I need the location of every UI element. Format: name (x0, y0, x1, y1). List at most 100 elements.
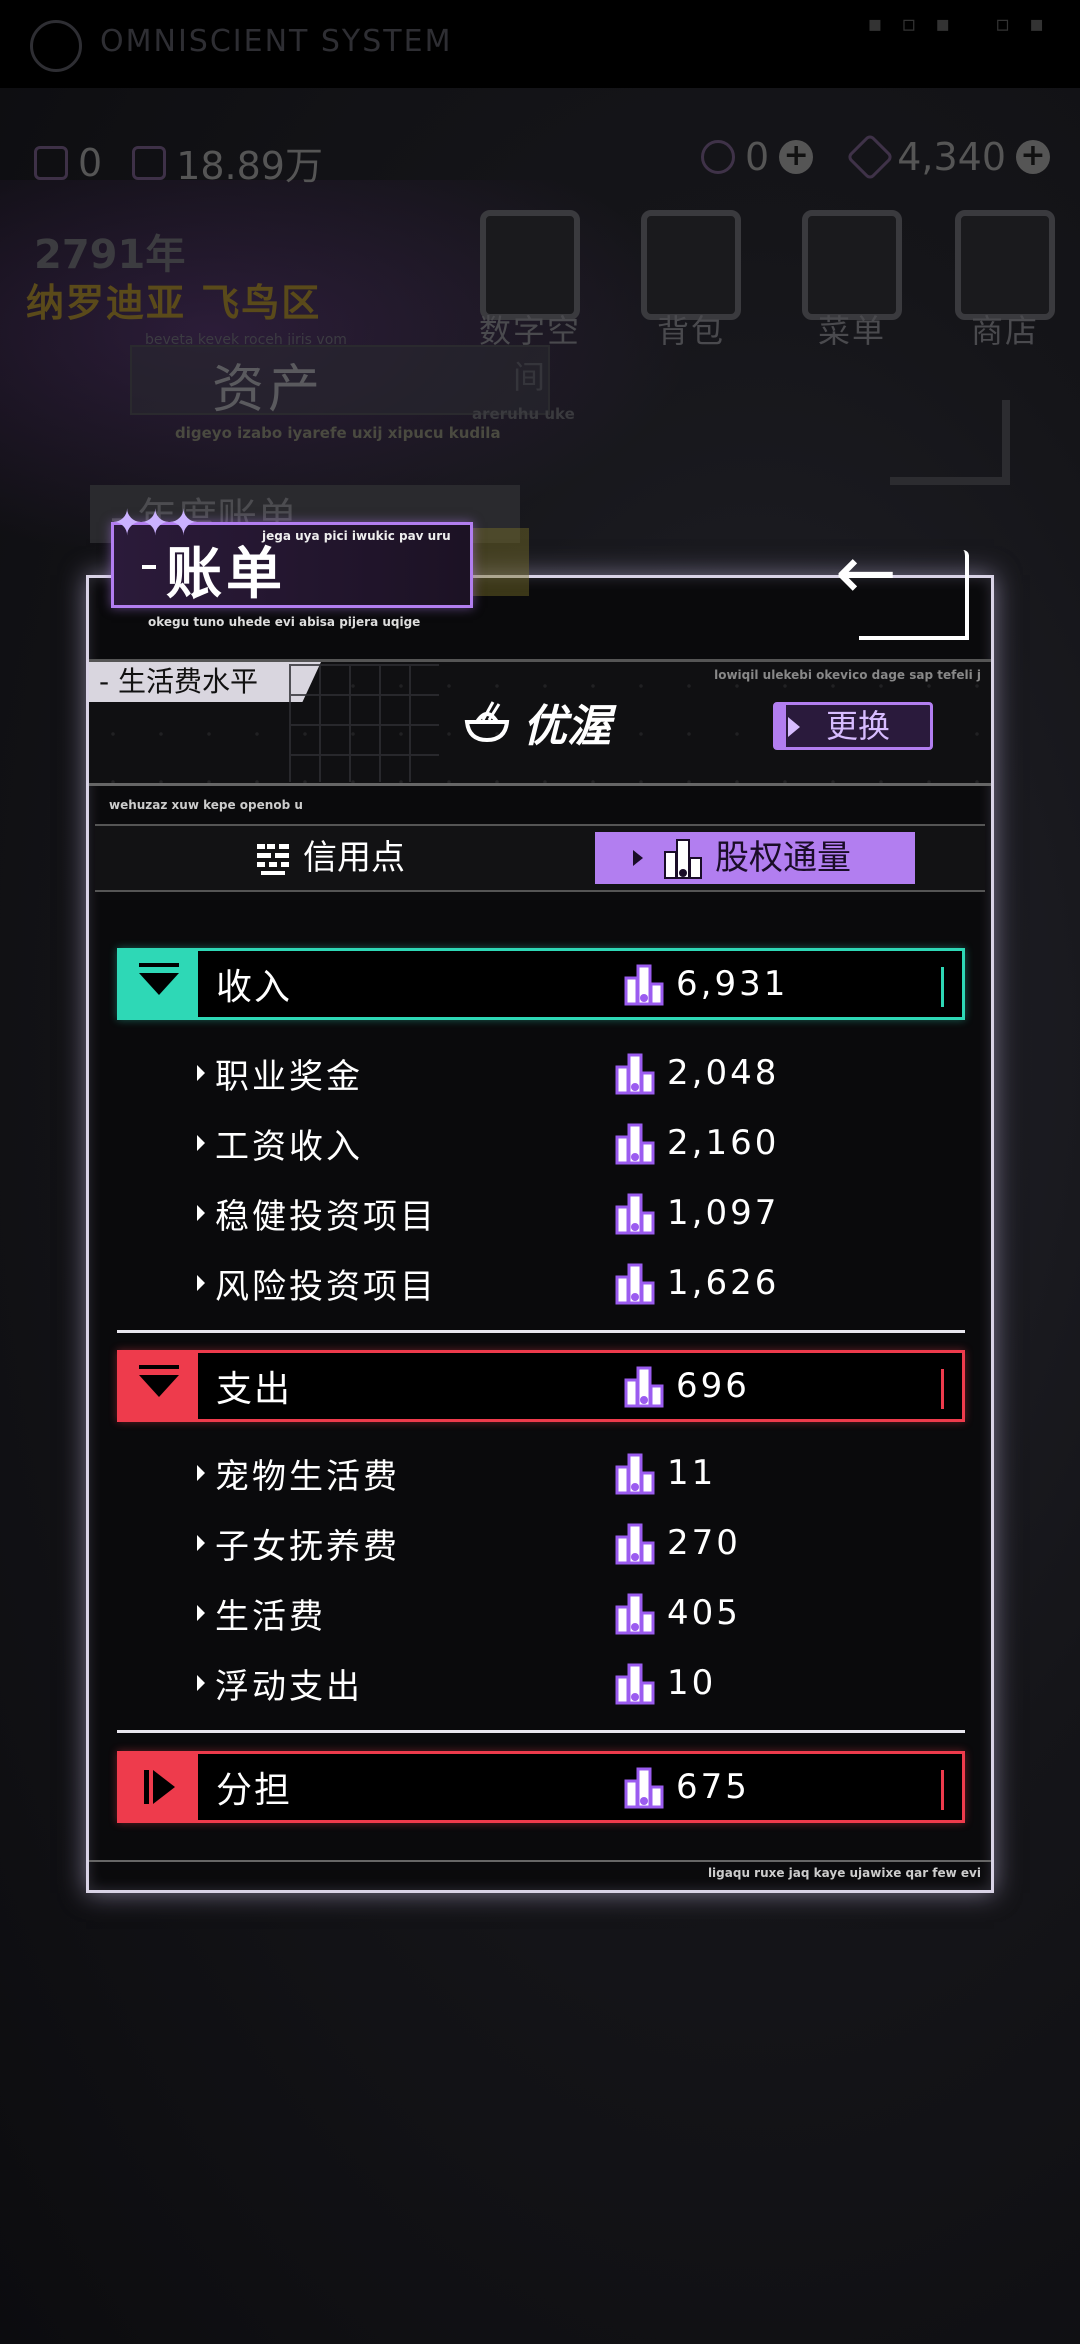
income-section[interactable]: 收入 6,931 (117, 948, 965, 1020)
living-level-tag: - 生活费水平 (89, 662, 321, 702)
item-value: 1,626 (667, 1263, 780, 1303)
add-gem-a-icon[interactable]: + (779, 140, 814, 174)
expense-total: 696 (676, 1366, 750, 1406)
gem-b-count: 4,340 (897, 135, 1006, 179)
list-item: 职业奖金 2,048 (117, 1038, 965, 1108)
caret-right-icon (197, 1605, 205, 1621)
back-arrow-icon: ← (835, 530, 898, 616)
equity-icon (615, 1591, 655, 1635)
dialog-title: 账单 (166, 542, 286, 607)
gem-b-icon (846, 132, 895, 182)
living-level-panel: - 生活费水平 lowiqil ulekebi okevico dage sap… (89, 662, 991, 786)
caret-right-icon (197, 1205, 205, 1221)
item-value: 10 (667, 1663, 717, 1703)
item-label: 生活费 (215, 1596, 326, 1637)
caret-right-icon (197, 1535, 205, 1551)
collapse-icon (120, 951, 198, 1017)
tab-credit-label: 信用点 (303, 838, 405, 878)
backpack-icon (641, 210, 741, 320)
list-item: 子女抚养费 270 (117, 1508, 965, 1578)
status-icons: ▪ ▫ ▪ ▫ ▪ (867, 12, 1050, 37)
resource-left: 0 18.89万 (34, 135, 323, 190)
background-back-icon (890, 400, 1010, 485)
divider (117, 1730, 965, 1733)
equity-icon (132, 145, 167, 180)
item-value: 2,048 (667, 1053, 780, 1093)
item-label: 子女抚养费 (215, 1526, 400, 1567)
caret-right-icon (197, 1135, 205, 1151)
equity-count: 18.89万 (176, 144, 323, 188)
income-label: 收入 (216, 967, 293, 1008)
nav-shop[interactable]: 商店 (950, 210, 1060, 352)
caret-right-icon (197, 1275, 205, 1291)
add-gem-b-icon[interactable]: + (1016, 140, 1050, 174)
list-item: 浮动支出 10 (117, 1648, 965, 1718)
equity-icon (615, 1121, 655, 1165)
list-item: 稳健投资项目 1,097 (117, 1178, 965, 1248)
system-top-bar: OMNISCIENT SYSTEM ▪ ▫ ▪ ▫ ▪ (0, 0, 1080, 88)
living-level: 优渥 (463, 690, 611, 754)
equity-icon (615, 1661, 655, 1705)
caret-right-icon (197, 1465, 205, 1481)
asset-code-line: digeyo izabo iyarefe uxij xipucu kudila (175, 424, 501, 442)
system-title: OMNISCIENT SYSTEM (100, 24, 453, 59)
nav-backpack[interactable]: 背包 (636, 210, 746, 352)
list-item: 风险投资项目 1,626 (117, 1248, 965, 1318)
nav-label: 背包 (656, 312, 725, 350)
item-value: 270 (667, 1523, 741, 1563)
credit-icon (257, 844, 289, 875)
item-value: 11 (667, 1453, 717, 1493)
list-item: 宠物生活费 11 (117, 1438, 965, 1508)
dialog-title-badge: ✦✦✦ jega uya pici iwukic pav uru 账单 okeg… (111, 503, 473, 629)
title-dash (142, 565, 156, 569)
divider (117, 1330, 965, 1333)
equity-icon (624, 962, 664, 1006)
nav-menu[interactable]: 菜单 (797, 210, 907, 352)
change-button[interactable]: 更换 (773, 702, 933, 750)
world-location: 纳罗迪亚 飞鸟区 (26, 281, 322, 325)
button-accent (776, 705, 786, 747)
item-label: 稳健投资项目 (215, 1196, 437, 1237)
back-button[interactable]: ← (835, 536, 969, 640)
expense-section[interactable]: 支出 696 (117, 1350, 965, 1422)
bill-dialog: ✦✦✦ jega uya pici iwukic pav uru 账单 okeg… (86, 503, 994, 1893)
item-label: 工资收入 (215, 1126, 363, 1167)
play-icon (633, 850, 643, 866)
tab-equity-label: 股权通量 (715, 838, 851, 878)
code-line: wehuzaz xuw kepe openob u (109, 798, 303, 812)
nav-label: 菜单 (817, 312, 886, 350)
resource-right: 0 + 4,340 + (701, 132, 1050, 182)
title-code-top: jega uya pici iwukic pav uru (262, 529, 451, 543)
item-label: 风险投资项目 (215, 1266, 437, 1307)
item-label: 职业奖金 (215, 1056, 363, 1097)
credit-count: 0 (78, 140, 103, 185)
tab-credit[interactable]: 信用点 (255, 832, 405, 884)
equity-icon (624, 1364, 664, 1408)
share-total: 675 (676, 1767, 750, 1807)
nav-label: 商店 (970, 312, 1039, 350)
title-code-bottom: okegu tuno uhede evi abisa pijera uqige (148, 615, 421, 629)
caret-right-icon (197, 1675, 205, 1691)
share-label: 分担 (216, 1770, 293, 1811)
bowl-icon (464, 701, 510, 743)
shop-icon (955, 210, 1055, 320)
caret-right-icon (197, 1065, 205, 1081)
level-code: lowiqil ulekebi okevico dage sap tefeli … (714, 668, 981, 682)
menu-icon (802, 210, 902, 320)
equity-icon (615, 1261, 655, 1305)
play-icon (788, 717, 800, 737)
item-value: 2,160 (667, 1123, 780, 1163)
item-value: 405 (667, 1593, 741, 1633)
gem-a-icon (701, 140, 736, 174)
item-label: 宠物生活费 (215, 1456, 400, 1497)
tab-equity[interactable]: 股权通量 (595, 832, 915, 884)
equity-icon (664, 839, 702, 879)
grid-deco (289, 664, 439, 782)
share-section[interactable]: 分担 675 (117, 1751, 965, 1823)
gem-a-count: 0 (745, 135, 770, 179)
expand-icon (120, 1754, 198, 1820)
digital-space-icon (480, 210, 580, 320)
list-item: 工资收入 2,160 (117, 1108, 965, 1178)
equity-icon (615, 1451, 655, 1495)
footer-code: ligaqu ruxe jaq kaye ujawixe qar few evi (707, 1866, 981, 1880)
